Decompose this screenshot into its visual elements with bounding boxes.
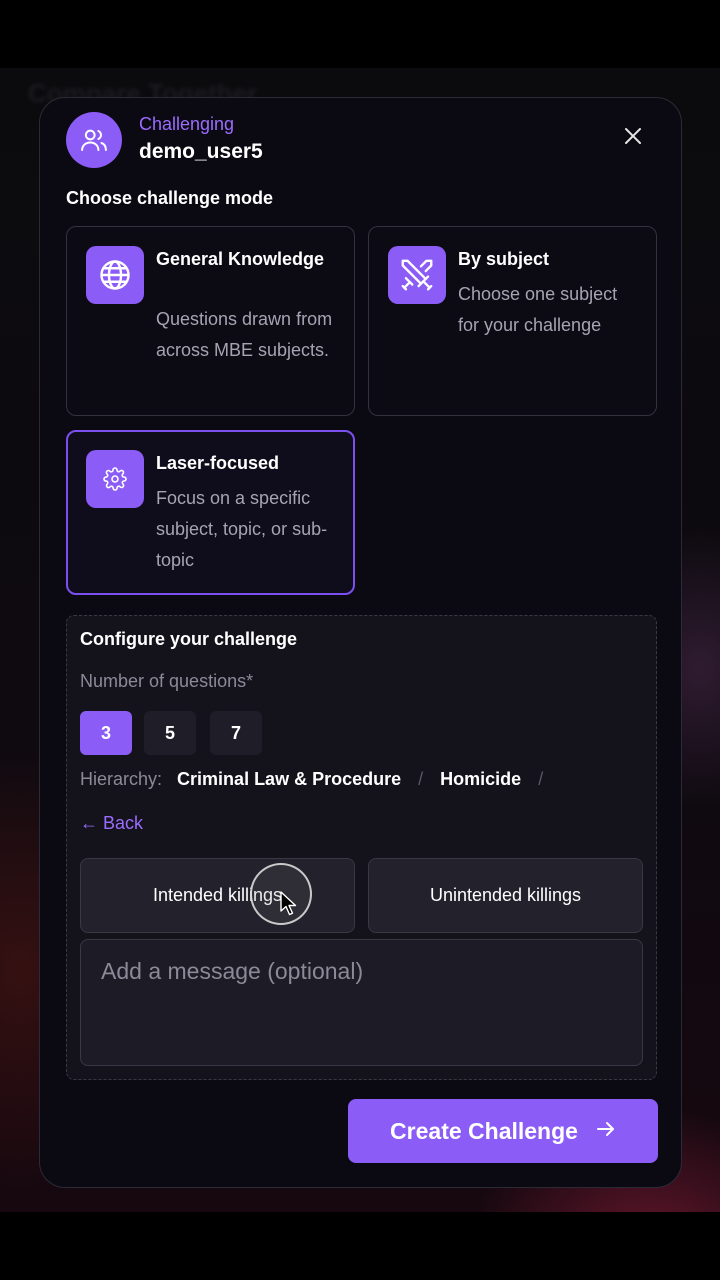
configure-heading: Configure your challenge — [80, 629, 298, 649]
num-questions-option-5[interactable]: 5 — [144, 711, 196, 755]
challenge-modal: Challenging demo_user5 Choose challenge … — [39, 97, 682, 1188]
num-questions-label: Number of questions* — [80, 671, 254, 691]
mode-card-general-knowledge[interactable]: General Knowledge Questions drawn from a… — [66, 226, 355, 416]
globe-icon — [86, 246, 144, 304]
configure-panel: Configure your challenge Number of quest… — [66, 615, 657, 1080]
num-questions-option-3[interactable]: 3 — [80, 711, 132, 755]
subtopic-unintended-killings[interactable]: Unintended killings — [368, 858, 643, 933]
breadcrumb-separator: / — [418, 769, 424, 789]
create-challenge-button[interactable]: Create Challenge — [348, 1099, 658, 1163]
breadcrumb-item-topic[interactable]: Homicide — [440, 769, 521, 789]
mode-title: General Knowledge — [156, 249, 325, 269]
mode-description: Questions drawn from across MBE subjects… — [156, 309, 333, 360]
close-icon[interactable] — [621, 124, 645, 148]
mode-description: Focus on a specific subject, topic, or s… — [156, 488, 328, 570]
gear-icon — [86, 450, 144, 508]
choose-mode-heading: Choose challenge mode — [66, 188, 274, 208]
breadcrumb-item-subject[interactable]: Criminal Law & Procedure — [177, 769, 401, 789]
challenging-label: Challenging — [139, 114, 235, 134]
breadcrumb-separator: / — [538, 769, 544, 789]
breadcrumb: Hierarchy: Criminal Law & Procedure / Ho… — [80, 769, 555, 790]
subtopic-intended-killings[interactable]: Intended killings — [80, 858, 355, 933]
users-icon — [66, 112, 122, 168]
arrow-right-icon — [596, 1118, 616, 1145]
mode-title: By subject — [458, 249, 550, 269]
mode-title: Laser-focused — [156, 453, 280, 473]
num-questions-option-7[interactable]: 7 — [210, 711, 262, 755]
mode-card-laser-focused[interactable]: Laser-focused Focus on a specific subjec… — [66, 430, 355, 595]
back-link[interactable]: ← Back — [80, 813, 143, 834]
mode-description: Choose one subject for your challenge — [458, 284, 618, 335]
opponent-username: demo_user5 — [139, 140, 263, 163]
message-input[interactable] — [80, 939, 643, 1066]
mouse-pointer-icon — [280, 891, 298, 922]
mode-card-by-subject[interactable]: By subject Choose one subject for your c… — [368, 226, 657, 416]
hierarchy-label: Hierarchy: — [80, 769, 163, 789]
swords-icon — [388, 246, 446, 304]
create-challenge-label: Create Challenge — [390, 1117, 578, 1144]
